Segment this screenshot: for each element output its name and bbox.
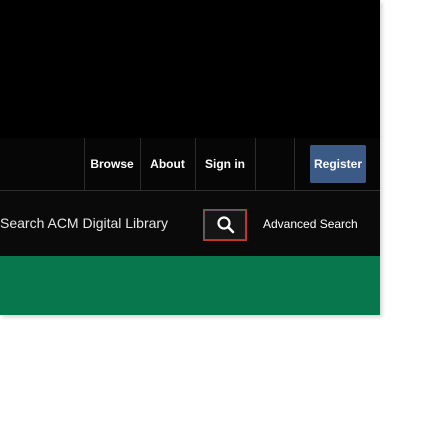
search-icon bbox=[217, 216, 235, 234]
nav-divider bbox=[294, 138, 295, 190]
top-navigation: Browse About Sign in Register bbox=[0, 138, 380, 191]
advanced-search-link[interactable]: Advanced Search bbox=[263, 205, 358, 243]
search-input-value: Search ACM Digital Library bbox=[0, 215, 169, 231]
header-top-strip bbox=[0, 0, 380, 138]
site-header: Browse About Sign in Register Search ACM… bbox=[0, 0, 380, 315]
green-banner bbox=[0, 256, 380, 315]
register-button[interactable]: Register bbox=[310, 145, 366, 183]
nav-item-sign-in[interactable]: Sign in bbox=[195, 138, 255, 190]
search-input[interactable]: Search ACM Digital Library bbox=[0, 203, 200, 243]
page: Browse About Sign in Register Search ACM… bbox=[0, 0, 448, 448]
search-bar: Search ACM Digital Library Advanced Sear… bbox=[0, 191, 380, 256]
nav-item-about[interactable]: About bbox=[140, 138, 195, 190]
search-button[interactable] bbox=[203, 209, 247, 241]
nav-item-browse[interactable]: Browse bbox=[84, 138, 140, 190]
nav-divider bbox=[255, 138, 256, 190]
